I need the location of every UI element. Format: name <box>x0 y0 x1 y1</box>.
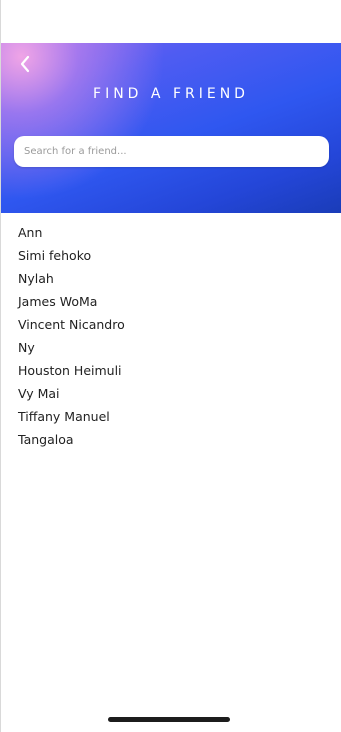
page-title: FIND A FRIEND <box>93 86 249 102</box>
search-bar <box>14 136 329 167</box>
friend-list-item[interactable]: Ann <box>18 225 341 248</box>
friend-list-item[interactable]: James WoMa <box>18 294 341 317</box>
friend-list: Ann Simi fehoko Nylah James WoMa Vincent… <box>1 213 341 455</box>
app-screen: FIND A FRIEND Ann Simi fehoko Nylah Jame… <box>0 0 341 732</box>
header: FIND A FRIEND <box>1 43 341 213</box>
friend-list-item[interactable]: Nylah <box>18 271 341 294</box>
friend-list-item[interactable]: Tangaloa <box>18 432 341 455</box>
friend-list-item[interactable]: Vy Mai <box>18 386 341 409</box>
friend-list-item[interactable]: Vincent Nicandro <box>18 317 341 340</box>
friend-list-item[interactable]: Houston Heimuli <box>18 363 341 386</box>
search-input[interactable] <box>14 136 329 167</box>
chevron-left-icon <box>20 55 30 73</box>
friend-list-item[interactable]: Tiffany Manuel <box>18 409 341 432</box>
friend-list-item[interactable]: Simi fehoko <box>18 248 341 271</box>
home-indicator <box>108 717 230 722</box>
status-bar <box>1 0 341 43</box>
back-button[interactable] <box>13 51 37 77</box>
friend-list-item[interactable]: Ny <box>18 340 341 363</box>
